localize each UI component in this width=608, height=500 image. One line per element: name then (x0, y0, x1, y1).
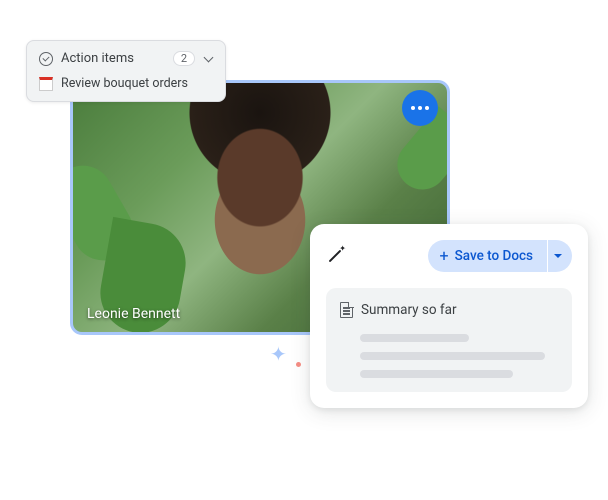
document-icon (340, 302, 353, 318)
participant-name-label: Leonie Bennett (87, 306, 180, 322)
more-options-button[interactable] (402, 90, 438, 126)
action-item-row[interactable]: Review bouquet orders (39, 76, 213, 91)
action-items-count-badge: 2 (173, 51, 195, 66)
action-items-panel: Action items 2 Review bouquet orders (26, 40, 226, 102)
save-to-docs-group: + Save to Docs (428, 240, 572, 272)
plus-icon: + (440, 248, 449, 264)
calendar-icon (39, 77, 53, 91)
save-button-label: Save to Docs (455, 248, 533, 264)
summary-title-row: Summary so far (340, 302, 558, 318)
check-circle-icon (39, 52, 53, 66)
chevron-down-icon (203, 54, 213, 64)
summary-body: Summary so far (326, 288, 572, 392)
magic-wand-icon (326, 247, 344, 265)
action-item-text: Review bouquet orders (61, 76, 188, 91)
summary-title: Summary so far (361, 302, 457, 318)
summary-placeholder-line (360, 352, 545, 360)
action-items-title: Action items (61, 51, 165, 66)
sparkle-dot-decoration (296, 362, 301, 367)
summary-placeholder-line (360, 334, 469, 342)
summary-panel: + Save to Docs Summary so far (310, 224, 588, 408)
save-dropdown-button[interactable] (548, 240, 572, 272)
action-items-header[interactable]: Action items 2 (39, 51, 213, 66)
sparkle-decoration-icon: ✦ (270, 342, 287, 366)
summary-panel-header: + Save to Docs (326, 240, 572, 272)
save-to-docs-button[interactable]: + Save to Docs (428, 240, 547, 272)
summary-placeholder-line (360, 370, 513, 378)
more-icon (411, 106, 415, 110)
